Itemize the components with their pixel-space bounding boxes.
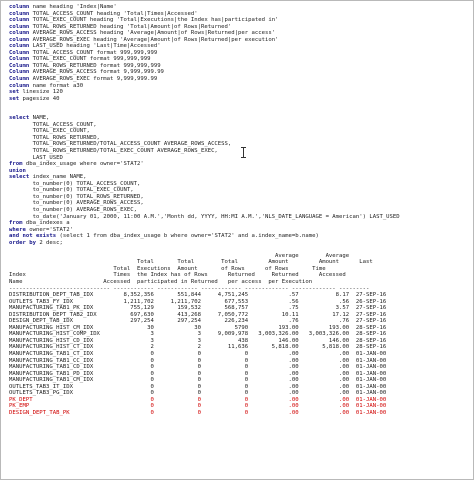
result-rows: DISTRIBUTION_DEPT_TAB_IDX 8,352,356 551,…	[9, 292, 471, 416]
result-header: Average Average Total Total Total Amount…	[9, 253, 471, 286]
text-cursor-icon	[241, 147, 247, 158]
sql-script-pane[interactable]: column name heading 'Index|Name' column T…	[9, 4, 471, 476]
editor-window: column name heading 'Index|Name' column T…	[0, 0, 474, 480]
table-row: DESIGN_DEPT_TAB_PK 0 0 0 .00 .00 01-JAN-…	[9, 409, 390, 416]
script-lines: column name heading 'Index|Name' column T…	[9, 4, 471, 253]
